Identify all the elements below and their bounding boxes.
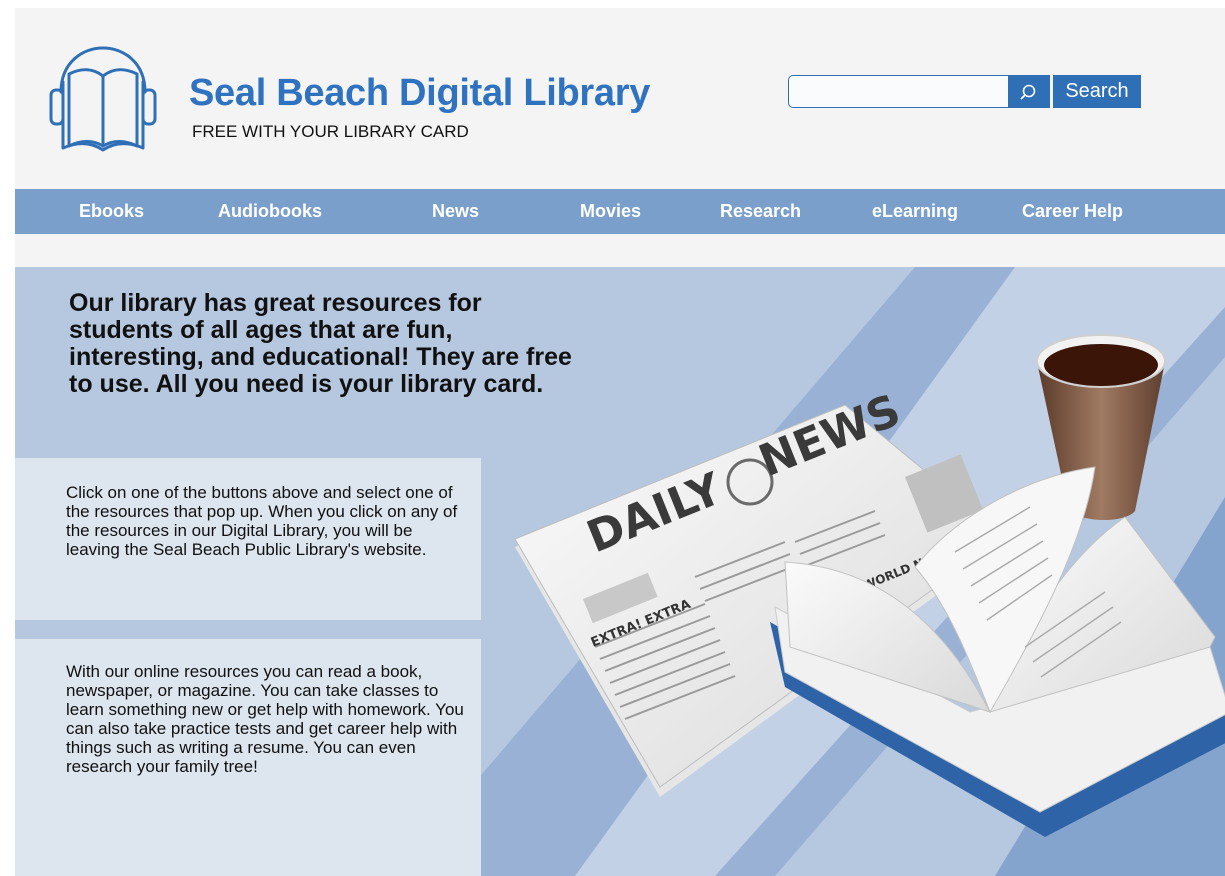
hero-section: Our library has great resources for stud… xyxy=(15,267,1225,876)
nav-item-audiobooks[interactable]: Audiobooks xyxy=(218,189,322,234)
nav-item-movies[interactable]: Movies xyxy=(580,189,641,234)
nav-item-research[interactable]: Research xyxy=(720,189,801,234)
info-panel-text: With our online resources you can read a… xyxy=(66,662,464,776)
search-icon xyxy=(1020,84,1036,99)
main-nav: Ebooks Audiobooks News Movies Research e… xyxy=(15,189,1225,234)
page: Seal Beach Digital Library FREE WITH YOU… xyxy=(15,8,1225,876)
site-title[interactable]: Seal Beach Digital Library xyxy=(189,72,650,115)
info-panel-leaving-site: Click on one of the buttons above and se… xyxy=(15,458,481,620)
search-button[interactable]: Search xyxy=(1053,75,1141,108)
site-tagline: FREE WITH YOUR LIBRARY CARD xyxy=(192,122,469,141)
nav-item-news[interactable]: News xyxy=(432,189,479,234)
nav-item-career-help[interactable]: Career Help xyxy=(1022,189,1123,234)
search-input[interactable] xyxy=(788,75,1010,108)
newspaper-book-coffee-illustration: DAILY NEWS EXTRA! EXTRA WORLD NEWS xyxy=(514,334,1225,837)
info-panel-resources: With our online resources you can read a… xyxy=(15,639,481,876)
nav-item-ebooks[interactable]: Ebooks xyxy=(79,189,144,234)
info-panel-text: Click on one of the buttons above and se… xyxy=(66,483,458,559)
site-header: Seal Beach Digital Library FREE WITH YOU… xyxy=(15,8,1225,189)
book-headphones-logo-icon xyxy=(49,46,157,152)
nav-item-elearning[interactable]: eLearning xyxy=(872,189,958,234)
nav-spacer xyxy=(15,234,1225,267)
search-icon-button[interactable] xyxy=(1008,75,1050,108)
